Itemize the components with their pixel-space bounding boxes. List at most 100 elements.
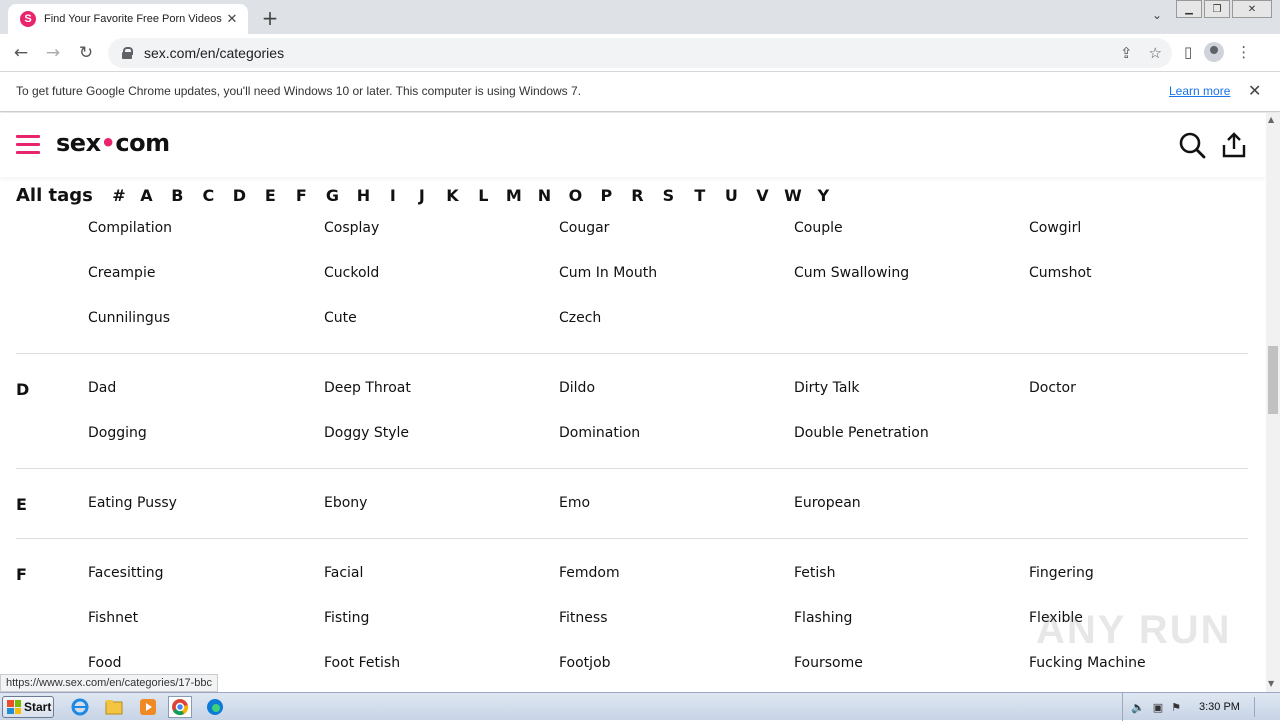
category-link[interactable]: Ebony bbox=[324, 495, 367, 511]
learn-more-link[interactable]: Learn more bbox=[1169, 84, 1230, 98]
letter-nav-h[interactable]: H bbox=[348, 186, 379, 205]
category-link[interactable]: Cosplay bbox=[324, 220, 379, 236]
letter-nav-a[interactable]: A bbox=[131, 186, 162, 205]
star-icon[interactable]: ☆ bbox=[1149, 44, 1162, 62]
letter-nav-p[interactable]: P bbox=[591, 186, 622, 205]
category-link[interactable]: Fucking Machine bbox=[1029, 655, 1146, 671]
category-link[interactable]: Femdom bbox=[559, 565, 620, 581]
category-link[interactable]: Cum Swallowing bbox=[794, 265, 909, 281]
category-link[interactable]: Doctor bbox=[1029, 380, 1076, 396]
profile-icon[interactable] bbox=[1204, 42, 1225, 62]
category-link[interactable]: Fingering bbox=[1029, 565, 1094, 581]
letter-nav-l[interactable]: L bbox=[468, 186, 499, 205]
scroll-down-arrow-icon[interactable]: ▼ bbox=[1268, 679, 1274, 688]
window-close-button[interactable]: ✕ bbox=[1232, 0, 1272, 18]
network-icon[interactable]: ▣ bbox=[1153, 701, 1163, 714]
category-link[interactable]: Flashing bbox=[794, 610, 852, 626]
edge-taskbar-icon[interactable] bbox=[203, 696, 227, 718]
category-link[interactable]: Cowgirl bbox=[1029, 220, 1081, 236]
scroll-up-arrow-icon[interactable]: ▲ bbox=[1268, 115, 1274, 124]
category-link[interactable]: Fetish bbox=[794, 565, 835, 581]
category-link[interactable]: Fishnet bbox=[88, 610, 138, 626]
letter-nav-d[interactable]: D bbox=[224, 186, 255, 205]
letter-nav-j[interactable]: J bbox=[407, 186, 437, 205]
show-desktop-button[interactable] bbox=[1253, 697, 1268, 717]
category-link[interactable]: Couple bbox=[794, 220, 843, 236]
category-link[interactable]: Facial bbox=[324, 565, 363, 581]
category-link[interactable]: Cunnilingus bbox=[88, 310, 170, 326]
search-icon[interactable] bbox=[1178, 131, 1206, 159]
reload-button[interactable]: ↻ bbox=[75, 42, 97, 64]
scroll-thumb[interactable] bbox=[1268, 346, 1278, 414]
letter-nav-t[interactable]: T bbox=[684, 186, 716, 205]
explorer-taskbar-icon[interactable] bbox=[102, 696, 126, 718]
restore-button[interactable]: ❐ bbox=[1204, 0, 1230, 18]
tab-close-icon[interactable]: ✕ bbox=[224, 12, 240, 27]
hamburger-icon[interactable] bbox=[16, 135, 40, 155]
tab-search-chevron-icon[interactable]: ⌄ bbox=[1152, 8, 1162, 22]
ie-taskbar-icon[interactable] bbox=[68, 696, 92, 718]
letter-nav-c[interactable]: C bbox=[193, 186, 224, 205]
minimize-button[interactable]: ▁ bbox=[1176, 0, 1202, 18]
category-link[interactable]: Footjob bbox=[559, 655, 611, 671]
category-link[interactable]: Cute bbox=[324, 310, 357, 326]
url-text[interactable]: sex.com/en/categories bbox=[144, 45, 284, 61]
start-button[interactable]: Start bbox=[2, 696, 54, 718]
category-link[interactable]: Emo bbox=[559, 495, 590, 511]
action-center-flag-icon[interactable]: ⚑ bbox=[1171, 701, 1181, 714]
category-link[interactable]: Double Penetration bbox=[794, 425, 929, 441]
browser-tab[interactable]: S Find Your Favorite Free Porn Videos ✕ bbox=[8, 4, 248, 34]
category-link[interactable]: Dad bbox=[88, 380, 116, 396]
category-link[interactable]: Creampie bbox=[88, 265, 155, 281]
letter-nav-e[interactable]: E bbox=[255, 186, 286, 205]
address-bar[interactable]: sex.com/en/categories ⇪ ☆ bbox=[108, 38, 1172, 68]
category-link[interactable]: Facesitting bbox=[88, 565, 163, 581]
category-link[interactable]: Cumshot bbox=[1029, 265, 1092, 281]
category-link[interactable]: Doggy Style bbox=[324, 425, 409, 441]
category-link[interactable]: Eating Pussy bbox=[88, 495, 177, 511]
info-bar-close-icon[interactable]: ✕ bbox=[1248, 81, 1261, 100]
letter-nav-b[interactable]: B bbox=[162, 186, 193, 205]
category-link[interactable]: Domination bbox=[559, 425, 640, 441]
site-logo[interactable]: sex•com bbox=[56, 129, 170, 157]
letter-nav-y[interactable]: Y bbox=[808, 186, 839, 205]
category-link[interactable]: Cougar bbox=[559, 220, 609, 236]
category-link[interactable]: Fisting bbox=[324, 610, 369, 626]
category-link[interactable]: Compilation bbox=[88, 220, 172, 236]
category-link[interactable]: European bbox=[794, 495, 861, 511]
back-button[interactable]: ← bbox=[10, 42, 32, 64]
letter-nav-k[interactable]: K bbox=[437, 186, 468, 205]
category-link[interactable]: Fitness bbox=[559, 610, 608, 626]
clock[interactable]: 3:30 PM bbox=[1199, 701, 1240, 713]
category-link[interactable]: Dirty Talk bbox=[794, 380, 859, 396]
media-player-taskbar-icon[interactable] bbox=[136, 696, 160, 718]
category-link[interactable]: Cuckold bbox=[324, 265, 379, 281]
letter-nav-i[interactable]: I bbox=[379, 186, 407, 205]
letter-nav-g[interactable]: G bbox=[317, 186, 348, 205]
letter-nav-n[interactable]: N bbox=[529, 186, 560, 205]
chrome-taskbar-icon[interactable] bbox=[168, 696, 192, 718]
category-link[interactable]: Deep Throat bbox=[324, 380, 411, 396]
upload-icon[interactable] bbox=[1220, 131, 1248, 159]
letter-nav-v[interactable]: V bbox=[747, 186, 778, 205]
new-tab-button[interactable]: + bbox=[259, 6, 281, 30]
letter-nav-s[interactable]: S bbox=[653, 186, 684, 205]
lock-icon[interactable] bbox=[122, 47, 133, 59]
category-link[interactable]: Cum In Mouth bbox=[559, 265, 657, 281]
category-link[interactable]: Foursome bbox=[794, 655, 863, 671]
letter-nav-o[interactable]: O bbox=[560, 186, 591, 205]
category-link[interactable]: Czech bbox=[559, 310, 601, 326]
forward-button[interactable]: → bbox=[42, 42, 64, 64]
category-link[interactable]: Dildo bbox=[559, 380, 595, 396]
category-link[interactable]: Dogging bbox=[88, 425, 147, 441]
letter-nav-m[interactable]: M bbox=[499, 186, 529, 205]
share-icon[interactable]: ⇪ bbox=[1120, 44, 1133, 62]
menu-kebab-icon[interactable]: ⋮ bbox=[1236, 43, 1251, 61]
volume-icon[interactable]: 🔈 bbox=[1131, 701, 1145, 714]
letter-nav-f[interactable]: F bbox=[286, 186, 317, 205]
category-link[interactable]: Food bbox=[88, 655, 122, 671]
category-link[interactable]: Foot Fetish bbox=[324, 655, 400, 671]
letter-nav-r[interactable]: R bbox=[622, 186, 653, 205]
letter-nav-w[interactable]: W bbox=[778, 186, 808, 205]
side-panel-icon[interactable]: ▯ bbox=[1184, 43, 1192, 61]
